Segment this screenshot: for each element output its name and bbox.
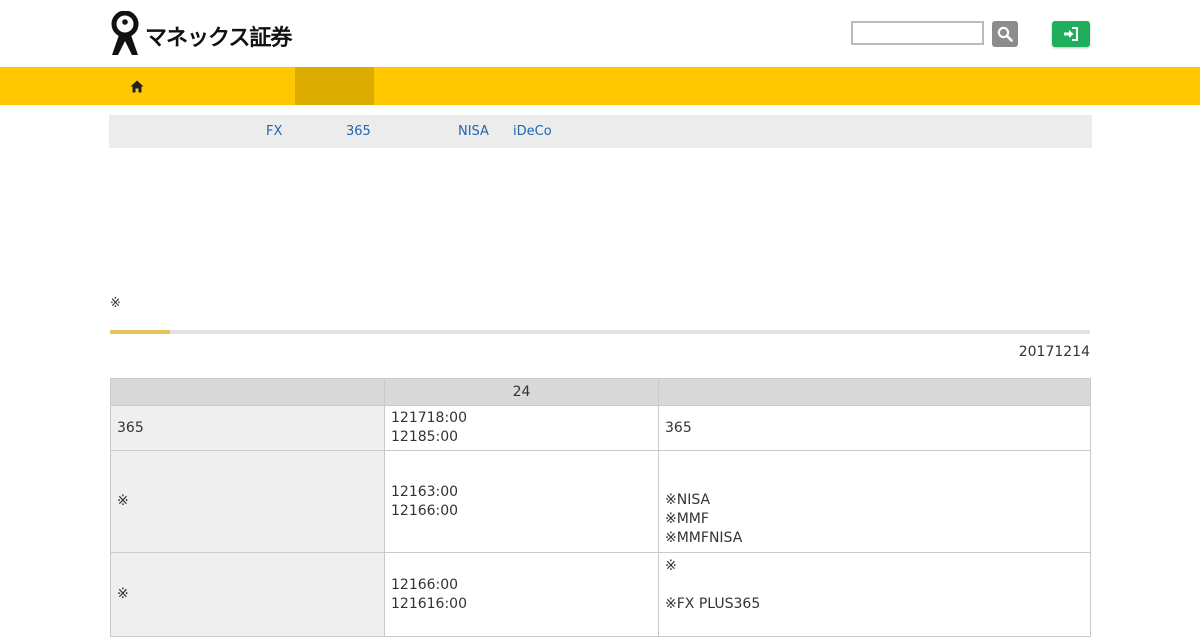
monex-mascot-icon — [111, 11, 139, 55]
note-line: ※FX PLUS365 — [665, 596, 761, 612]
search-icon — [997, 26, 1013, 42]
note-line: ※NISA — [665, 492, 711, 508]
time-line: 12163:00 — [391, 483, 459, 500]
table-row: 365 121718:00 12185:00 365 — [110, 405, 1091, 451]
row-notes: ※ ​ ※FX PLUS365 ​ — [658, 552, 1091, 637]
nav-item-active[interactable] — [295, 67, 374, 105]
logo-text: マネックス証券 — [145, 26, 292, 51]
subnav-link-nisa[interactable]: NISA — [458, 124, 489, 139]
row-times: 12163:00 12166:00 — [384, 450, 659, 553]
progress-bar-fill — [110, 330, 170, 334]
main-nav — [0, 67, 1200, 105]
subnav-link-365[interactable]: 365 — [346, 124, 371, 139]
row-label: 365 — [110, 405, 385, 451]
note-line: ​ — [665, 472, 1084, 491]
page-note: ※ — [110, 296, 121, 311]
note-line: ※ — [665, 558, 677, 574]
page-date: 20171214 — [1018, 344, 1090, 360]
note-line: ​ — [665, 576, 1084, 595]
table-header — [110, 378, 385, 406]
nav-home[interactable] — [126, 76, 148, 96]
site-header: マネックス証券 — [0, 0, 1200, 67]
time-line: 12166:00 — [391, 502, 459, 519]
time-line: 121718:00 — [391, 410, 467, 426]
subnav-link-fx[interactable]: FX — [266, 124, 282, 139]
time-line: 121616:00 — [391, 595, 467, 612]
row-times: 121718:00 12185:00 — [384, 405, 659, 451]
table-header — [658, 378, 1091, 406]
table-header: 24 — [384, 378, 659, 406]
note-line: ※MMFNISA — [665, 530, 743, 546]
note-line: 365 — [665, 419, 692, 436]
time-line: 12166:00 — [391, 576, 459, 593]
table-row: ※ 12163:00 12166:00 ​ ※NISA ※MMF ※MMFNIS… — [110, 450, 1091, 553]
sub-nav: FX 365 NISA iDeCo — [109, 115, 1092, 148]
time-line: 12185:00 — [391, 429, 459, 445]
progress-bar — [110, 330, 1090, 334]
subnav-link-ideco[interactable]: iDeCo — [513, 124, 552, 139]
home-icon — [130, 80, 144, 92]
search-button[interactable] — [992, 21, 1018, 47]
row-label: ※ — [110, 552, 385, 637]
row-notes: ​ ※NISA ※MMF ※MMFNISA — [658, 450, 1091, 553]
login-button[interactable] — [1052, 21, 1090, 47]
row-label: ※ — [110, 450, 385, 553]
row-notes: 365 — [658, 405, 1091, 451]
schedule-table: 24 365 121718:00 12185:00 365 ※ 12163:00… — [110, 378, 1091, 637]
table-row: ※ 12166:00 121616:00 ※ ​ ※FX PLUS365 ​ — [110, 552, 1091, 637]
search-input[interactable] — [851, 21, 984, 45]
note-line: ※MMF — [665, 511, 709, 527]
note-line: ​ — [665, 614, 1084, 633]
sign-in-icon — [1064, 27, 1078, 41]
row-times: 12166:00 121616:00 — [384, 552, 659, 637]
monex-logo[interactable]: マネックス証券 — [109, 11, 292, 57]
